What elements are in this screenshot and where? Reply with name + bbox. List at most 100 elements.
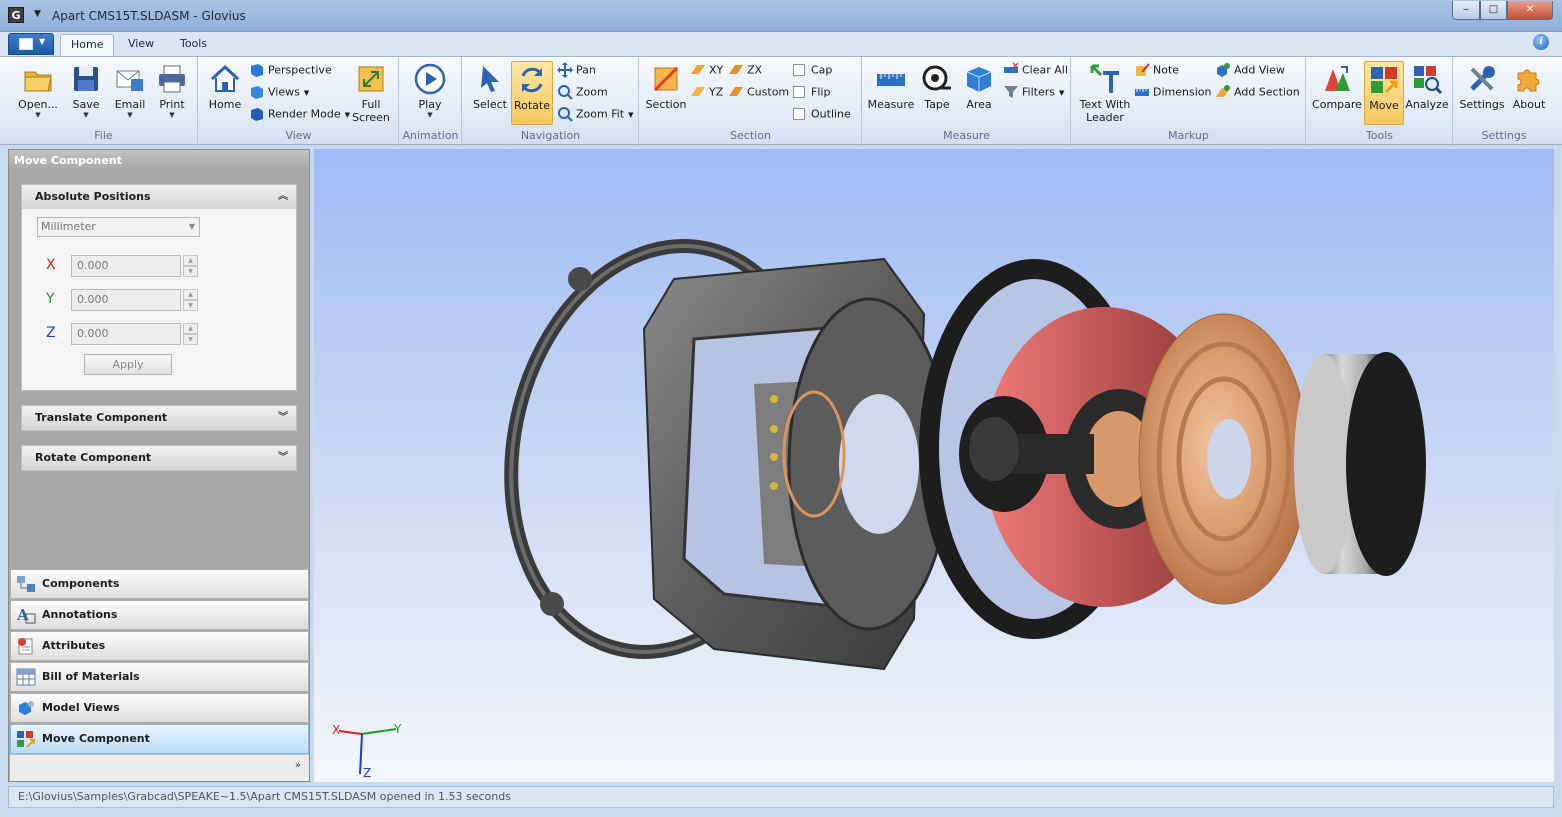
close-button[interactable]: ✕	[1507, 1, 1553, 20]
increment-icon[interactable]: ▲	[183, 323, 198, 334]
magnet[interactable]	[1294, 352, 1426, 576]
section-custom-button[interactable]: Custom	[728, 84, 789, 104]
nav-attributes[interactable]: Attributes	[10, 631, 309, 661]
nav-model-views[interactable]: Model Views	[10, 693, 309, 723]
chevron-double-down-icon[interactable]: »	[295, 760, 301, 771]
minimize-button[interactable]: ‒	[1452, 1, 1480, 20]
save-button[interactable]: Save ▼	[66, 61, 106, 127]
z-position-stepper[interactable]: ▲ ▼	[183, 323, 198, 345]
nav-components[interactable]: Components	[10, 569, 309, 599]
note-icon	[1134, 62, 1150, 78]
full-screen-icon	[355, 63, 387, 95]
tab-view[interactable]: View	[118, 34, 164, 56]
y-position-stepper[interactable]: ▲ ▼	[183, 289, 198, 311]
pan-button[interactable]: Pan	[557, 62, 596, 82]
info-icon[interactable]: i	[1533, 34, 1549, 50]
tab-home[interactable]: Home	[60, 34, 115, 56]
tools-group: Compare Move Analyze Tools	[1307, 57, 1453, 145]
section-plane-icon	[650, 63, 682, 95]
rotate-button[interactable]: Rotate	[511, 61, 553, 125]
x-position-stepper[interactable]: ▲ ▼	[183, 255, 198, 277]
x-position-field[interactable]: 0.000	[71, 255, 181, 277]
apply-button[interactable]: Apply	[84, 354, 172, 375]
zoom-button[interactable]: Zoom	[557, 84, 608, 104]
absolute-positions-body: Millimeter ▼ X 0.000 ▲ ▼ Y 0.000 ▲ ▼ Z 0.0…	[21, 209, 297, 391]
rotate-component-header[interactable]: Rotate Component ︾	[21, 445, 297, 471]
z-position-field[interactable]: 0.000	[71, 323, 181, 345]
email-icon	[114, 63, 146, 95]
components-icon	[16, 575, 36, 593]
about-button[interactable]: About	[1508, 61, 1550, 127]
decrement-icon[interactable]: ▼	[183, 266, 198, 277]
measure-group: Measure Tape Area Clear All Filters ▼ Mea…	[863, 57, 1071, 145]
select-button[interactable]: Select	[470, 61, 510, 127]
markup-group: Text With Leader Note Dimension Add View…	[1072, 57, 1306, 145]
add-section-button[interactable]: Add Section	[1215, 84, 1300, 104]
section-yz-button[interactable]: YZ	[690, 84, 723, 104]
app-icon[interactable]: G	[8, 7, 24, 23]
nav-move-component[interactable]: Move Component	[10, 724, 309, 754]
outline-checkbox-box[interactable]	[793, 108, 805, 120]
markup-group-label: Markup	[1168, 129, 1209, 142]
speaker-frame[interactable]	[642, 257, 951, 671]
animation-group-label: Animation	[402, 129, 459, 142]
open-button[interactable]: Open... ▼	[16, 61, 60, 127]
add-view-button[interactable]: Add View	[1215, 62, 1285, 82]
tape-button[interactable]: Tape	[917, 61, 957, 127]
section-xy-button[interactable]: XY	[690, 62, 723, 82]
chevron-down-icon: ▼	[1058, 89, 1065, 97]
decrement-icon[interactable]: ▼	[183, 334, 198, 345]
section-button[interactable]: Section	[644, 61, 688, 127]
note-button[interactable]: Note	[1134, 62, 1179, 82]
flip-checkbox[interactable]: Flip	[793, 85, 830, 105]
flip-checkbox-box[interactable]	[793, 86, 805, 98]
text-with-leader-button[interactable]: Text With Leader	[1076, 61, 1134, 127]
move-button[interactable]: Move	[1364, 61, 1404, 125]
print-button[interactable]: Print ▼	[152, 61, 192, 127]
svg-text:A: A	[16, 606, 29, 624]
tab-tools[interactable]: Tools	[170, 34, 217, 56]
x-axis-label: X	[46, 257, 56, 273]
dimension-button[interactable]: Dimension	[1134, 84, 1211, 104]
navigation-overflow[interactable]: »	[10, 754, 309, 781]
cap-checkbox[interactable]: Cap	[793, 63, 832, 83]
section-zx-button[interactable]: ZX	[728, 62, 762, 82]
email-button[interactable]: Email ▼	[110, 61, 150, 127]
absolute-positions-header[interactable]: Absolute Positions ︽	[21, 184, 297, 210]
quick-access-dropdown-icon[interactable]: ▼	[34, 9, 41, 19]
play-button[interactable]: Play ▼	[410, 61, 450, 127]
zoom-icon	[557, 84, 573, 100]
application-menu-button[interactable]: ▼	[8, 33, 54, 55]
measure-button[interactable]: Measure	[867, 61, 915, 127]
outline-checkbox[interactable]: Outline	[793, 107, 851, 127]
increment-icon[interactable]: ▲	[183, 289, 198, 300]
cap-checkbox-box[interactable]	[793, 64, 805, 76]
zoom-fit-button[interactable]: Zoom Fit ▼	[557, 106, 634, 126]
navigation-group: Select Rotate Pan Zoom Zoom Fit ▼ Navigat…	[463, 57, 639, 145]
filters-button[interactable]: Filters ▼	[1003, 84, 1064, 104]
translate-component-header[interactable]: Translate Component ︾	[21, 405, 297, 431]
settings-button[interactable]: Settings	[1458, 61, 1506, 127]
maximize-button[interactable]: □	[1480, 1, 1507, 20]
views-button[interactable]: Views ▼	[249, 84, 309, 104]
chevron-down-icon: ▼	[303, 89, 310, 97]
speaker-exploded-model[interactable]: X Y Z	[314, 149, 1554, 782]
spider[interactable]	[1138, 313, 1310, 605]
y-position-field[interactable]: 0.000	[71, 289, 181, 311]
expand-chevron-icon: ︾	[278, 412, 288, 423]
analyze-button[interactable]: Analyze	[1405, 61, 1449, 127]
area-button[interactable]: Area	[959, 61, 999, 127]
unit-select[interactable]: Millimeter ▼	[37, 217, 200, 237]
home-button[interactable]: Home	[205, 61, 245, 127]
full-screen-button[interactable]: Full Screen	[349, 61, 393, 127]
compare-button[interactable]: Compare	[1311, 61, 1363, 127]
3d-viewport[interactable]: X Y Z	[314, 149, 1554, 782]
clear-all-button[interactable]: Clear All	[1003, 62, 1068, 82]
nav-bill-of-materials[interactable]: Bill of Materials	[10, 662, 309, 692]
render-mode-button[interactable]: Render Mode ▼	[249, 106, 350, 126]
chevron-down-icon: ▼	[35, 111, 41, 119]
increment-icon[interactable]: ▲	[183, 255, 198, 266]
perspective-button[interactable]: Perspective	[249, 62, 332, 82]
decrement-icon[interactable]: ▼	[183, 300, 198, 311]
nav-annotations[interactable]: A Annotations	[10, 600, 309, 630]
